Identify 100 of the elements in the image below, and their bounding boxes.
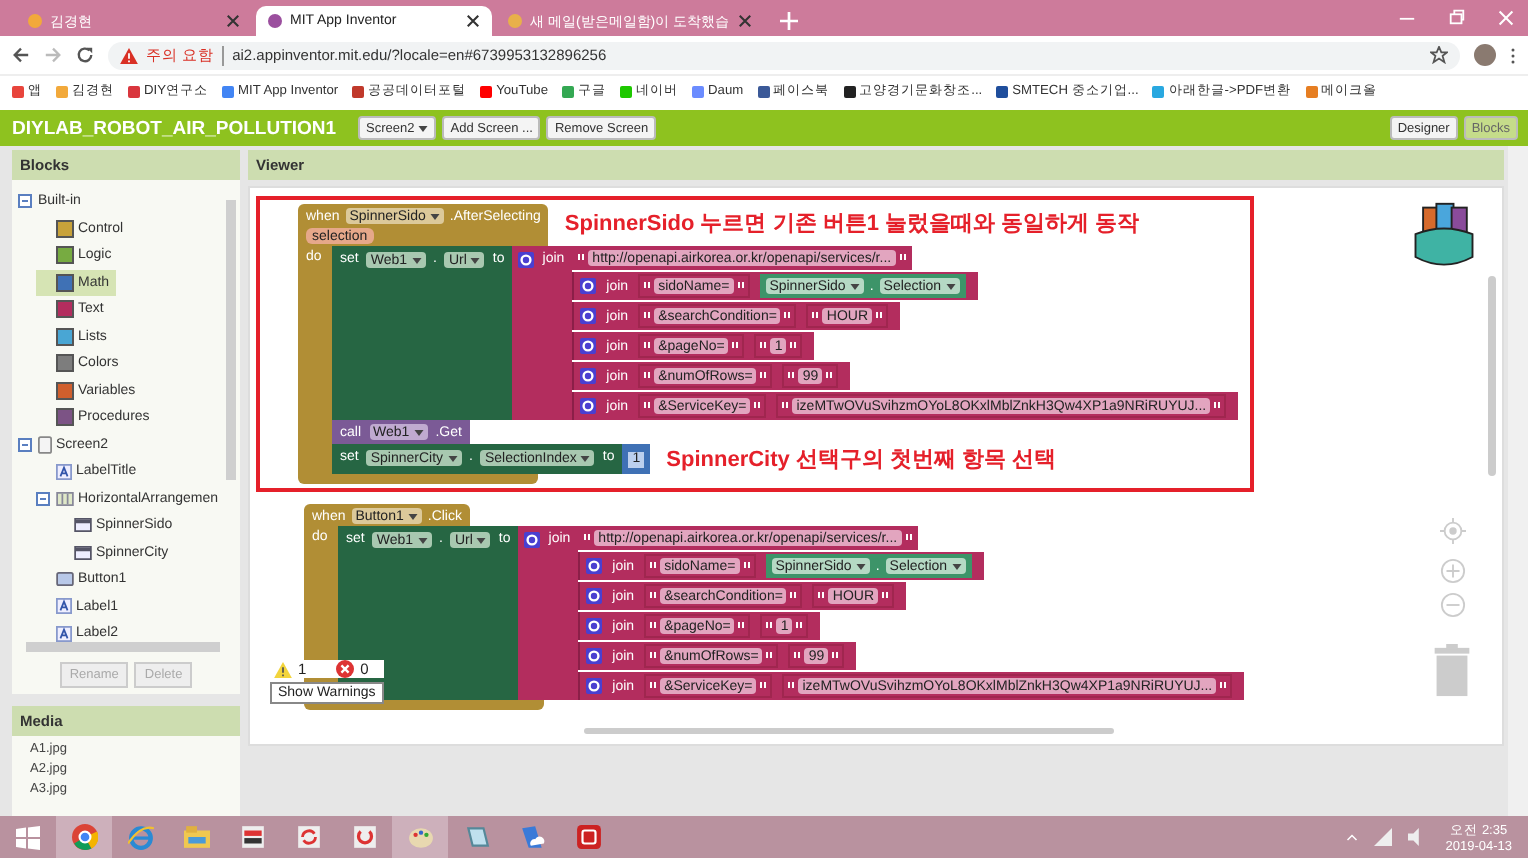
- quote-mark-icon: [812, 312, 819, 320]
- menu-icon[interactable]: [1510, 45, 1516, 65]
- quote-mark-icon: [832, 652, 839, 660]
- quote-mark-icon: [882, 592, 889, 600]
- star-icon[interactable]: [1430, 46, 1448, 64]
- quote-mark-icon: [760, 372, 767, 380]
- quote-mark-icon: [644, 402, 651, 410]
- square-app-icon: [575, 824, 601, 850]
- gear-icon[interactable]: [580, 338, 597, 354]
- chevron-up-icon[interactable]: [1345, 832, 1358, 842]
- quote-mark-icon: [790, 592, 797, 600]
- quote-mark-icon: [650, 682, 657, 690]
- quote-mark-icon: [743, 562, 750, 570]
- letter-a-icon: [56, 463, 72, 480]
- quote-mark-icon: [794, 652, 801, 660]
- quote-mark-icon: [790, 342, 797, 350]
- round-logo-icon: [71, 824, 97, 850]
- quote-mark-icon: [737, 282, 744, 290]
- collapse-icon[interactable]: [36, 491, 50, 506]
- restore-icon[interactable]: [1448, 8, 1466, 26]
- quote-mark-icon: [578, 254, 585, 262]
- caret-icon: [855, 563, 866, 569]
- quote-mark-icon: [788, 372, 795, 380]
- caret-icon: [849, 283, 860, 289]
- gear-icon[interactable]: [586, 678, 603, 694]
- gear-icon[interactable]: [580, 368, 597, 384]
- collapse-icon[interactable]: [18, 437, 32, 452]
- quote-mark-icon: [766, 622, 773, 630]
- caret-icon: [951, 563, 962, 569]
- warning-icon: [120, 47, 138, 63]
- arrangement-icon: [56, 491, 74, 506]
- quote-mark-icon: [644, 342, 651, 350]
- annotation-text: SpinnerCity 선택구의 첫번째 항목 선택: [666, 446, 1057, 474]
- quote-mark-icon: [760, 342, 767, 350]
- quote-mark-icon: [644, 282, 651, 290]
- new-tab-icon[interactable]: [779, 12, 798, 30]
- quote-mark-icon: [796, 622, 803, 630]
- warning-icon: [274, 661, 292, 677]
- quote-mark-icon: [584, 534, 591, 542]
- quote-mark-icon: [650, 562, 657, 570]
- caret-icon: [407, 513, 418, 519]
- gear-icon[interactable]: [524, 532, 541, 548]
- letter-a-icon: [56, 598, 72, 615]
- cloud-app-icon: [519, 824, 545, 850]
- switch-icon: [239, 824, 265, 850]
- close-window-icon[interactable]: [1498, 10, 1514, 26]
- gear-icon[interactable]: [586, 648, 603, 664]
- quote-mark-icon: [899, 254, 906, 262]
- circle-arrow-icon: [351, 824, 377, 850]
- caret-icon: [945, 283, 956, 289]
- phone-icon: [38, 435, 52, 454]
- scrollbar[interactable]: [226, 200, 236, 480]
- palette-icon: [407, 824, 433, 850]
- quote-mark-icon: [738, 622, 745, 630]
- back-icon[interactable]: [12, 46, 30, 64]
- spinner-icon: [74, 545, 92, 560]
- caret-icon: [447, 455, 458, 461]
- quote-mark-icon: [754, 402, 761, 410]
- spinner-icon: [74, 518, 92, 533]
- gear-icon[interactable]: [580, 398, 597, 414]
- quote-mark-icon: [644, 312, 651, 320]
- notepad-icon: [463, 824, 489, 850]
- quote-mark-icon: [732, 342, 739, 350]
- quote-mark-icon: [650, 622, 657, 630]
- scrollbar[interactable]: [584, 728, 1114, 734]
- quote-mark-icon: [784, 312, 791, 320]
- gear-icon[interactable]: [586, 558, 603, 574]
- reload-icon[interactable]: [76, 46, 94, 64]
- scrollbar[interactable]: [1508, 146, 1528, 816]
- quote-mark-icon: [1214, 402, 1221, 410]
- letter-e-icon: [127, 824, 153, 850]
- sync-icon: [295, 824, 321, 850]
- caret-icon: [417, 537, 428, 543]
- caret-icon: [418, 125, 429, 131]
- quote-mark-icon: [876, 312, 883, 320]
- quote-mark-icon: [766, 652, 773, 660]
- avatar-icon[interactable]: [1474, 44, 1496, 66]
- caret-icon: [413, 429, 424, 435]
- close-icon[interactable]: [466, 14, 480, 28]
- scrollbar[interactable]: [26, 642, 220, 652]
- quote-mark-icon: [788, 682, 795, 690]
- letter-a-icon: [56, 625, 72, 642]
- quote-mark-icon: [818, 592, 825, 600]
- quote-mark-icon: [1220, 682, 1227, 690]
- quote-mark-icon: [826, 372, 833, 380]
- scrollbar[interactable]: [1488, 276, 1496, 476]
- gear-icon[interactable]: [586, 588, 603, 604]
- annotation-text: SpinnerSido 누르면 기존 버튼1 눌렀을때와 동일하게 동작: [564, 210, 1140, 238]
- folder-icon: [183, 824, 209, 850]
- network-icon[interactable]: [1373, 828, 1392, 846]
- quote-mark-icon: [782, 402, 789, 410]
- gear-icon[interactable]: [586, 618, 603, 634]
- caret-icon: [580, 455, 591, 461]
- caret-icon: [470, 257, 481, 263]
- gear-icon[interactable]: [580, 278, 597, 294]
- gear-icon[interactable]: [518, 252, 535, 268]
- gear-icon[interactable]: [580, 308, 597, 324]
- project-title: DIYLAB_ROBOT_AIR_POLLUTION1: [12, 117, 337, 139]
- caret-icon: [476, 537, 487, 543]
- collapse-icon[interactable]: [18, 194, 32, 209]
